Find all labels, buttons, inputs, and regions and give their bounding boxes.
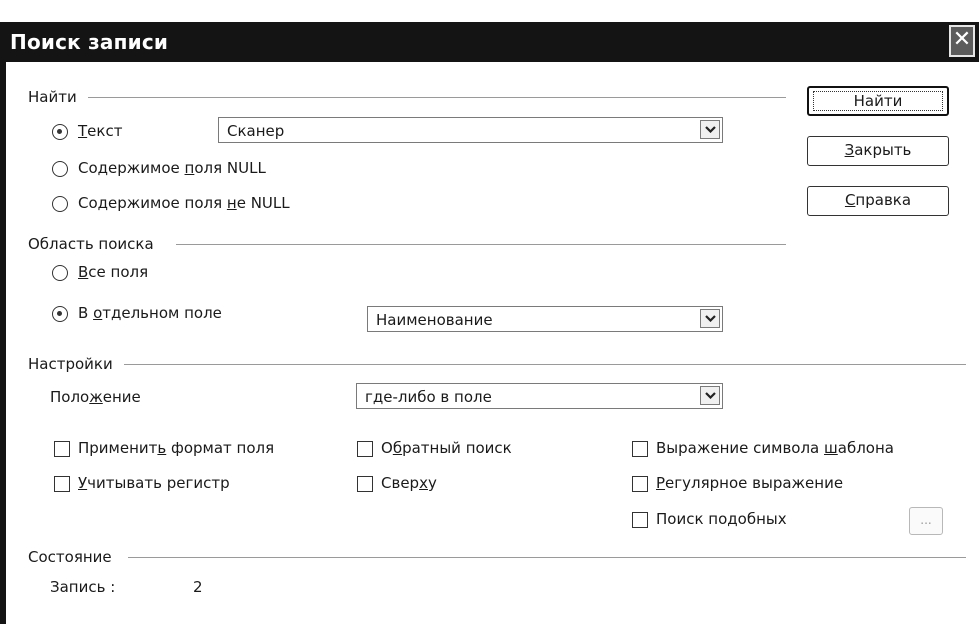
search-record-dialog: Поиск записи ✕ Найти Текст Сканер Содерж… [0,0,979,624]
position-value: где-либо в поле [365,388,492,406]
record-label: Запись : [50,578,116,596]
apply-format-checkbox[interactable] [54,441,70,457]
scope-group-label: Область поиска [28,235,160,253]
regex-checkbox[interactable] [632,476,648,492]
scope-group-separator [176,244,786,245]
record-value: 2 [193,578,203,596]
find-text-radio[interactable] [52,124,68,140]
dialog-title: Поиск записи [10,30,169,54]
match-case-checkbox[interactable] [54,476,70,492]
position-label: Положение [50,388,141,406]
chevron-down-icon[interactable] [700,386,720,405]
find-text-combobox[interactable]: Сканер [218,117,723,143]
chevron-down-icon[interactable] [700,120,720,139]
regex-label[interactable]: Регулярное выражение [656,474,843,492]
find-null-radio[interactable] [52,161,68,177]
single-field-radio[interactable] [52,306,68,322]
title-bar: Поиск записи ✕ [0,22,979,62]
find-text-value: Сканер [227,122,285,140]
find-group-label: Найти [28,88,83,106]
single-field-label[interactable]: В отдельном поле [78,304,222,322]
similarity-label[interactable]: Поиск подобных [656,510,787,528]
backwards-label[interactable]: Обратный поиск [381,439,512,457]
settings-group-separator [124,364,966,365]
wildcards-label[interactable]: Выражение символа шаблона [656,439,894,457]
backwards-checkbox[interactable] [357,441,373,457]
close-window-button[interactable]: ✕ [949,25,975,57]
status-group-label: Состояние [28,548,118,566]
from-top-checkbox[interactable] [357,476,373,492]
find-group-separator [88,97,786,98]
all-fields-radio[interactable] [52,265,68,281]
find-not-null-label[interactable]: Содержимое поля не NULL [78,194,290,212]
similarity-options-button[interactable]: ... [909,507,943,535]
find-button[interactable]: Найти [807,86,949,116]
close-button[interactable]: Закрыть [807,136,949,166]
chevron-down-icon[interactable] [700,309,720,328]
from-top-label[interactable]: Сверху [381,474,437,492]
help-button[interactable]: Справка [807,186,949,216]
match-case-label[interactable]: Учитывать регистр [78,474,230,492]
similarity-checkbox[interactable] [632,512,648,528]
field-name-combobox[interactable]: Наименование [367,306,723,332]
find-null-label[interactable]: Содержимое поля NULL [78,159,266,177]
find-text-label[interactable]: Текст [78,122,122,140]
wildcards-checkbox[interactable] [632,441,648,457]
apply-format-label[interactable]: Применить формат поля [78,439,274,457]
all-fields-label[interactable]: Все поля [78,263,148,281]
field-name-value: Наименование [376,311,493,329]
status-group-separator [128,557,966,558]
window-left-border [0,62,6,624]
close-icon: ✕ [952,27,972,52]
settings-group-label: Настройки [28,355,119,373]
find-not-null-radio[interactable] [52,196,68,212]
position-combobox[interactable]: где-либо в поле [356,383,723,409]
